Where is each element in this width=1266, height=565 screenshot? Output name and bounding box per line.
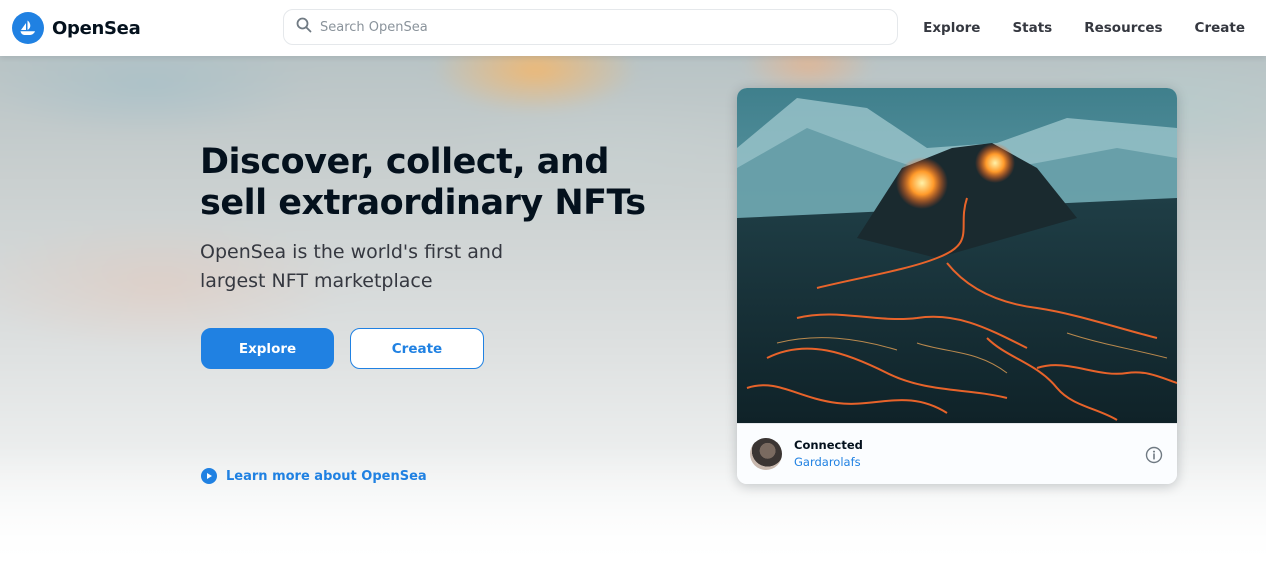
main-nav: Explore Stats Resources Create [923, 0, 1245, 56]
featured-nft-card[interactable]: Connected Gardarolafs [737, 88, 1177, 484]
home-logo-link[interactable]: OpenSea [12, 12, 141, 44]
top-navbar: OpenSea Explore Stats Resources Create [0, 0, 1266, 56]
creator-avatar[interactable] [750, 438, 782, 470]
search-icon [296, 17, 312, 37]
explore-button[interactable]: Explore [201, 328, 334, 369]
nav-create[interactable]: Create [1195, 20, 1245, 36]
search-bar[interactable] [283, 9, 898, 45]
brand-name: OpenSea [52, 17, 141, 39]
opensea-logo-icon [12, 12, 44, 44]
nft-title[interactable]: Connected [794, 438, 863, 452]
search-input[interactable] [320, 19, 880, 35]
featured-nft-image[interactable] [737, 88, 1177, 423]
learn-more-text: Learn more about OpenSea [226, 468, 427, 484]
info-icon[interactable] [1145, 446, 1163, 464]
play-circle-icon [201, 468, 217, 484]
hero-headline: Discover, collect, and sell extraordinar… [200, 142, 646, 223]
learn-more-link[interactable]: Learn more about OpenSea [201, 468, 427, 484]
hero-subheadline: OpenSea is the world's first and largest… [200, 241, 504, 292]
hero-section: Discover, collect, and sell extraordinar… [0, 56, 1266, 565]
creator-link[interactable]: Gardarolafs [794, 455, 861, 469]
create-button[interactable]: Create [350, 328, 484, 369]
nav-explore[interactable]: Explore [923, 20, 980, 36]
card-footer: Connected Gardarolafs [737, 423, 1177, 484]
nav-stats[interactable]: Stats [1012, 20, 1052, 36]
nav-resources[interactable]: Resources [1084, 20, 1162, 36]
